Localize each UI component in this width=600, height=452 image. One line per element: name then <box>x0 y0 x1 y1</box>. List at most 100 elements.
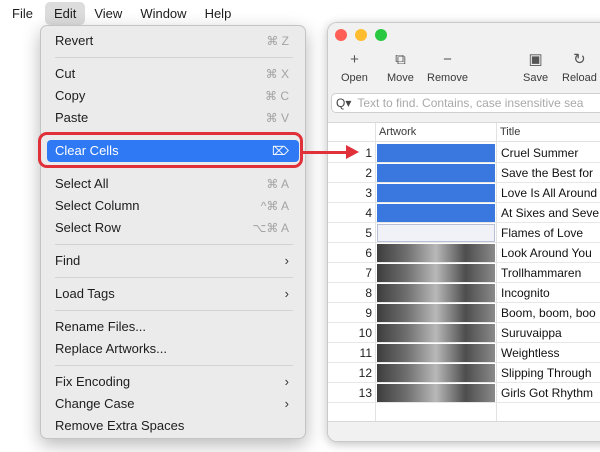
zoom-window-button[interactable] <box>375 29 387 41</box>
menu-item-load-tags[interactable]: Load Tags › <box>47 283 299 305</box>
menu-item-fix-encoding[interactable]: Fix Encoding › <box>47 371 299 393</box>
table-row[interactable]: 7 Trollhammaren <box>328 263 600 283</box>
table-row[interactable]: 6 Look Around You <box>328 243 600 263</box>
minimize-window-button[interactable] <box>355 29 367 41</box>
row-number: 7 <box>365 266 372 280</box>
move-label: Move <box>387 72 414 84</box>
artwork-cell[interactable] <box>377 184 495 202</box>
title-cell[interactable]: Trollhammaren <box>501 263 581 283</box>
search-field[interactable]: Q▾ Text to find. Contains, case insensit… <box>331 93 600 113</box>
shortcut-label: ^⌘ A <box>260 199 289 213</box>
table-row[interactable]: 13 Girls Got Rhythm <box>328 383 600 403</box>
remove-label: Remove <box>427 72 468 84</box>
title-cell[interactable]: Suruvaippa <box>501 323 562 343</box>
table-row[interactable]: 2 Save the Best for <box>328 163 600 183</box>
menu-item-select-row[interactable]: Select Row ⌥⌘ A <box>47 217 299 239</box>
table-row[interactable]: 12 Slipping Through <box>328 363 600 383</box>
table-row[interactable]: 4 At Sixes and Seve <box>328 203 600 223</box>
menu-item-select-all[interactable]: Select All ⌘ A <box>47 173 299 195</box>
app-window: + Open ⧉ Move − Remove ▣ Save ↻ Reload Q… <box>327 22 600 442</box>
title-cell[interactable]: Flames of Love <box>501 223 583 243</box>
table-row[interactable]: 1 Cruel Summer <box>328 143 600 163</box>
minus-icon: − <box>443 51 452 68</box>
menu-item-label: Change Case <box>55 396 135 411</box>
artwork-cell[interactable] <box>377 204 495 222</box>
table-row[interactable]: 3 Love Is All Around <box>328 183 600 203</box>
title-cell[interactable]: Look Around You <box>501 243 592 263</box>
column-header-title[interactable]: Title <box>496 123 600 142</box>
close-window-button[interactable] <box>335 29 347 41</box>
menu-view[interactable]: View <box>85 2 131 25</box>
title-cell[interactable]: Cruel Summer <box>501 143 578 163</box>
reload-label: Reload <box>562 72 597 84</box>
title-cell[interactable]: Incognito <box>501 283 550 303</box>
save-button[interactable]: ▣ Save <box>523 51 548 84</box>
artwork-cell[interactable] <box>377 144 495 162</box>
edit-menu: Revert ⌘ Z Cut ⌘ X Copy ⌘ C Paste ⌘ V Cl… <box>40 25 306 439</box>
menu-separator <box>55 244 293 245</box>
title-cell[interactable]: Girls Got Rhythm <box>501 383 593 403</box>
menu-item-label: Revert <box>55 33 94 48</box>
row-number: 3 <box>365 186 372 200</box>
title-cell[interactable]: Weightless <box>501 343 559 363</box>
row-number: 4 <box>365 206 372 220</box>
table-row[interactable]: 10 Suruvaippa <box>328 323 600 343</box>
shortcut-label: ⌘ X <box>265 67 289 81</box>
menu-item-remove-extra-spaces[interactable]: Remove Extra Spaces <box>47 415 299 437</box>
open-button[interactable]: + Open <box>341 51 368 84</box>
row-number: 9 <box>365 306 372 320</box>
menu-item-cut[interactable]: Cut ⌘ X <box>47 63 299 85</box>
table-row[interactable]: 11 Weightless <box>328 343 600 363</box>
move-button[interactable]: ⧉ Move <box>387 51 414 84</box>
table-row[interactable]: 8 Incognito <box>328 283 600 303</box>
toolbar: + Open ⧉ Move − Remove ▣ Save ↻ Reload <box>328 51 600 87</box>
menu-item-select-column[interactable]: Select Column ^⌘ A <box>47 195 299 217</box>
title-cell[interactable]: Love Is All Around <box>501 183 597 203</box>
chevron-right-icon: › <box>284 374 289 389</box>
menu-item-label: Remove Extra Spaces <box>55 418 185 433</box>
table-row[interactable]: 9 Boom, boom, boo <box>328 303 600 323</box>
artwork-cell[interactable] <box>377 244 495 262</box>
menu-item-label: Fix Encoding <box>55 374 131 389</box>
title-cell[interactable]: At Sixes and Seve <box>501 203 599 223</box>
menu-separator <box>55 310 293 311</box>
artwork-cell[interactable] <box>377 264 495 282</box>
menu-item-label: Paste <box>55 110 89 125</box>
shortcut-label: ⌘ C <box>265 89 289 103</box>
menu-file[interactable]: File <box>0 2 45 25</box>
menu-item-paste[interactable]: Paste ⌘ V <box>47 107 299 129</box>
reload-button[interactable]: ↻ Reload <box>562 51 597 84</box>
artwork-cell[interactable] <box>377 364 495 382</box>
menu-item-find[interactable]: Find › <box>47 250 299 272</box>
title-cell[interactable]: Save the Best for <box>501 163 593 183</box>
title-cell[interactable]: Slipping Through <box>501 363 592 383</box>
menu-item-rename-files[interactable]: Rename Files... <box>47 316 299 338</box>
artwork-cell[interactable] <box>377 344 495 362</box>
remove-button[interactable]: − Remove <box>427 51 468 84</box>
artwork-cell[interactable] <box>377 304 495 322</box>
artwork-cell[interactable] <box>377 384 495 402</box>
artwork-cell[interactable] <box>377 164 495 182</box>
table-header: Artwork Title <box>328 123 600 142</box>
menu-window[interactable]: Window <box>131 2 195 25</box>
plus-icon: + <box>350 51 359 68</box>
search-icon[interactable]: Q▾ <box>336 96 351 110</box>
table-body: 1 Cruel Summer 2 Save the Best for 3 Love Is … <box>328 143 600 403</box>
artwork-cell[interactable] <box>377 284 495 302</box>
column-header-artwork[interactable]: Artwork <box>375 123 496 142</box>
chevron-right-icon: › <box>284 253 289 268</box>
menu-item-replace-artworks[interactable]: Replace Artworks... <box>47 338 299 360</box>
artwork-cell[interactable] <box>377 224 495 242</box>
title-cell[interactable]: Boom, boom, boo <box>501 303 596 323</box>
menu-item-copy[interactable]: Copy ⌘ C <box>47 85 299 107</box>
search-placeholder: Text to find. Contains, case insensitive… <box>357 96 584 110</box>
artwork-cell[interactable] <box>377 324 495 342</box>
menu-item-revert[interactable]: Revert ⌘ Z <box>47 30 299 52</box>
menu-item-change-case[interactable]: Change Case › <box>47 393 299 415</box>
menu-edit[interactable]: Edit <box>44 1 86 25</box>
table-row[interactable]: 5 Flames of Love <box>328 223 600 243</box>
menu-help[interactable]: Help <box>196 2 241 25</box>
highlight-ring <box>38 132 303 168</box>
menu-item-label: Select Row <box>55 220 121 235</box>
menu-item-label: Rename Files... <box>55 319 147 334</box>
